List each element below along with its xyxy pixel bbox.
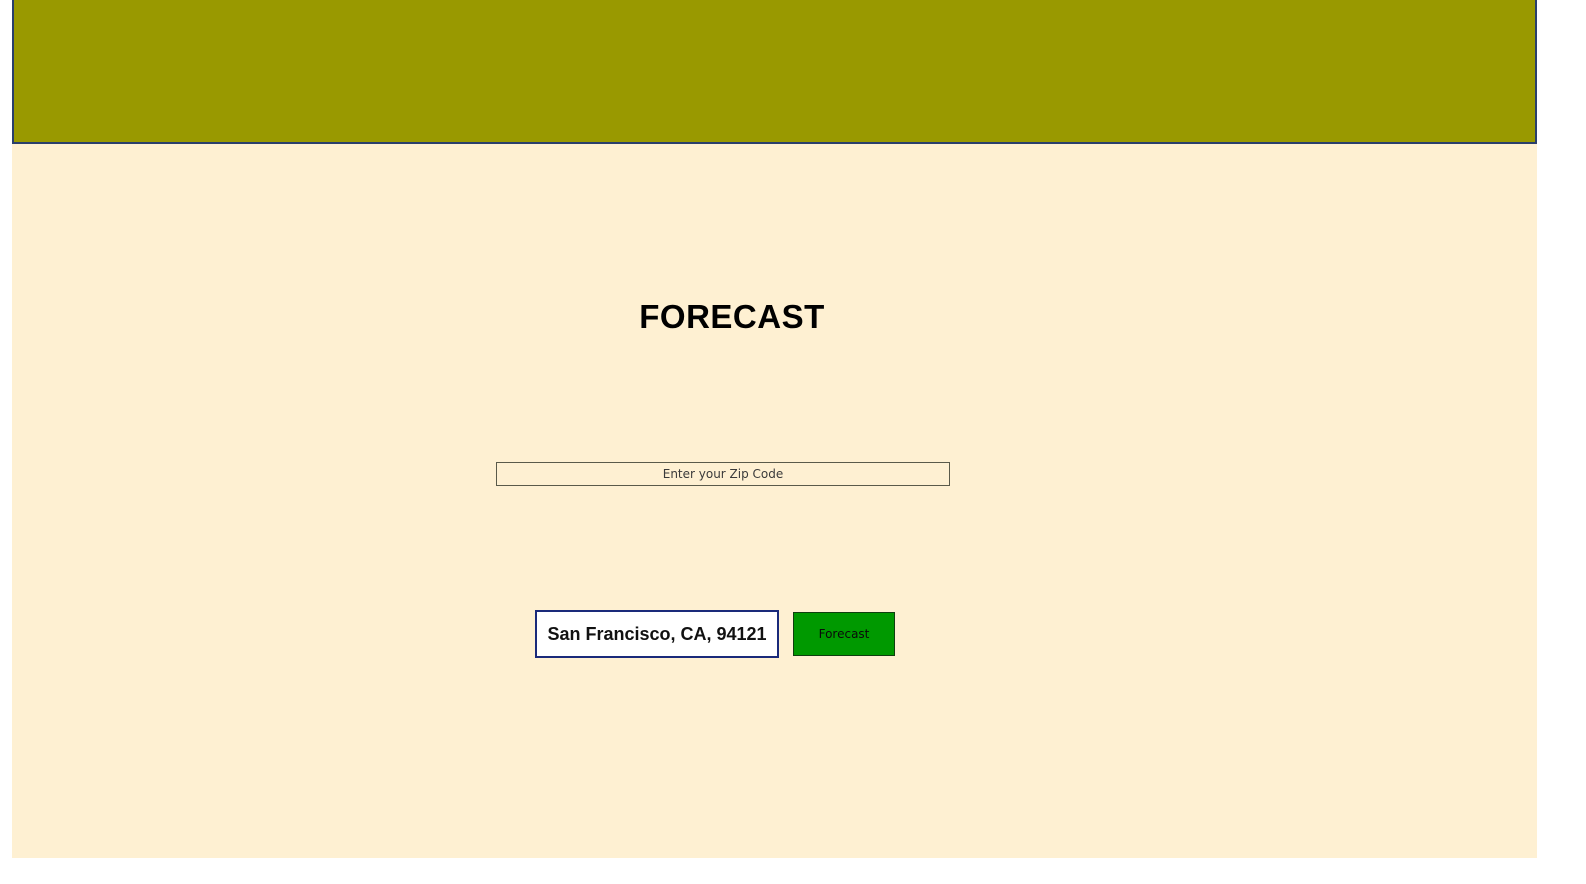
location-display: San Francisco, CA, 94121 <box>535 610 779 658</box>
app-container: FORECAST San Francisco, CA, 94121 Foreca… <box>12 0 1537 858</box>
zip-code-input[interactable] <box>496 462 950 486</box>
header-band <box>12 0 1537 144</box>
forecast-button[interactable]: Forecast <box>793 612 895 656</box>
page-title: FORECAST <box>639 298 825 335</box>
